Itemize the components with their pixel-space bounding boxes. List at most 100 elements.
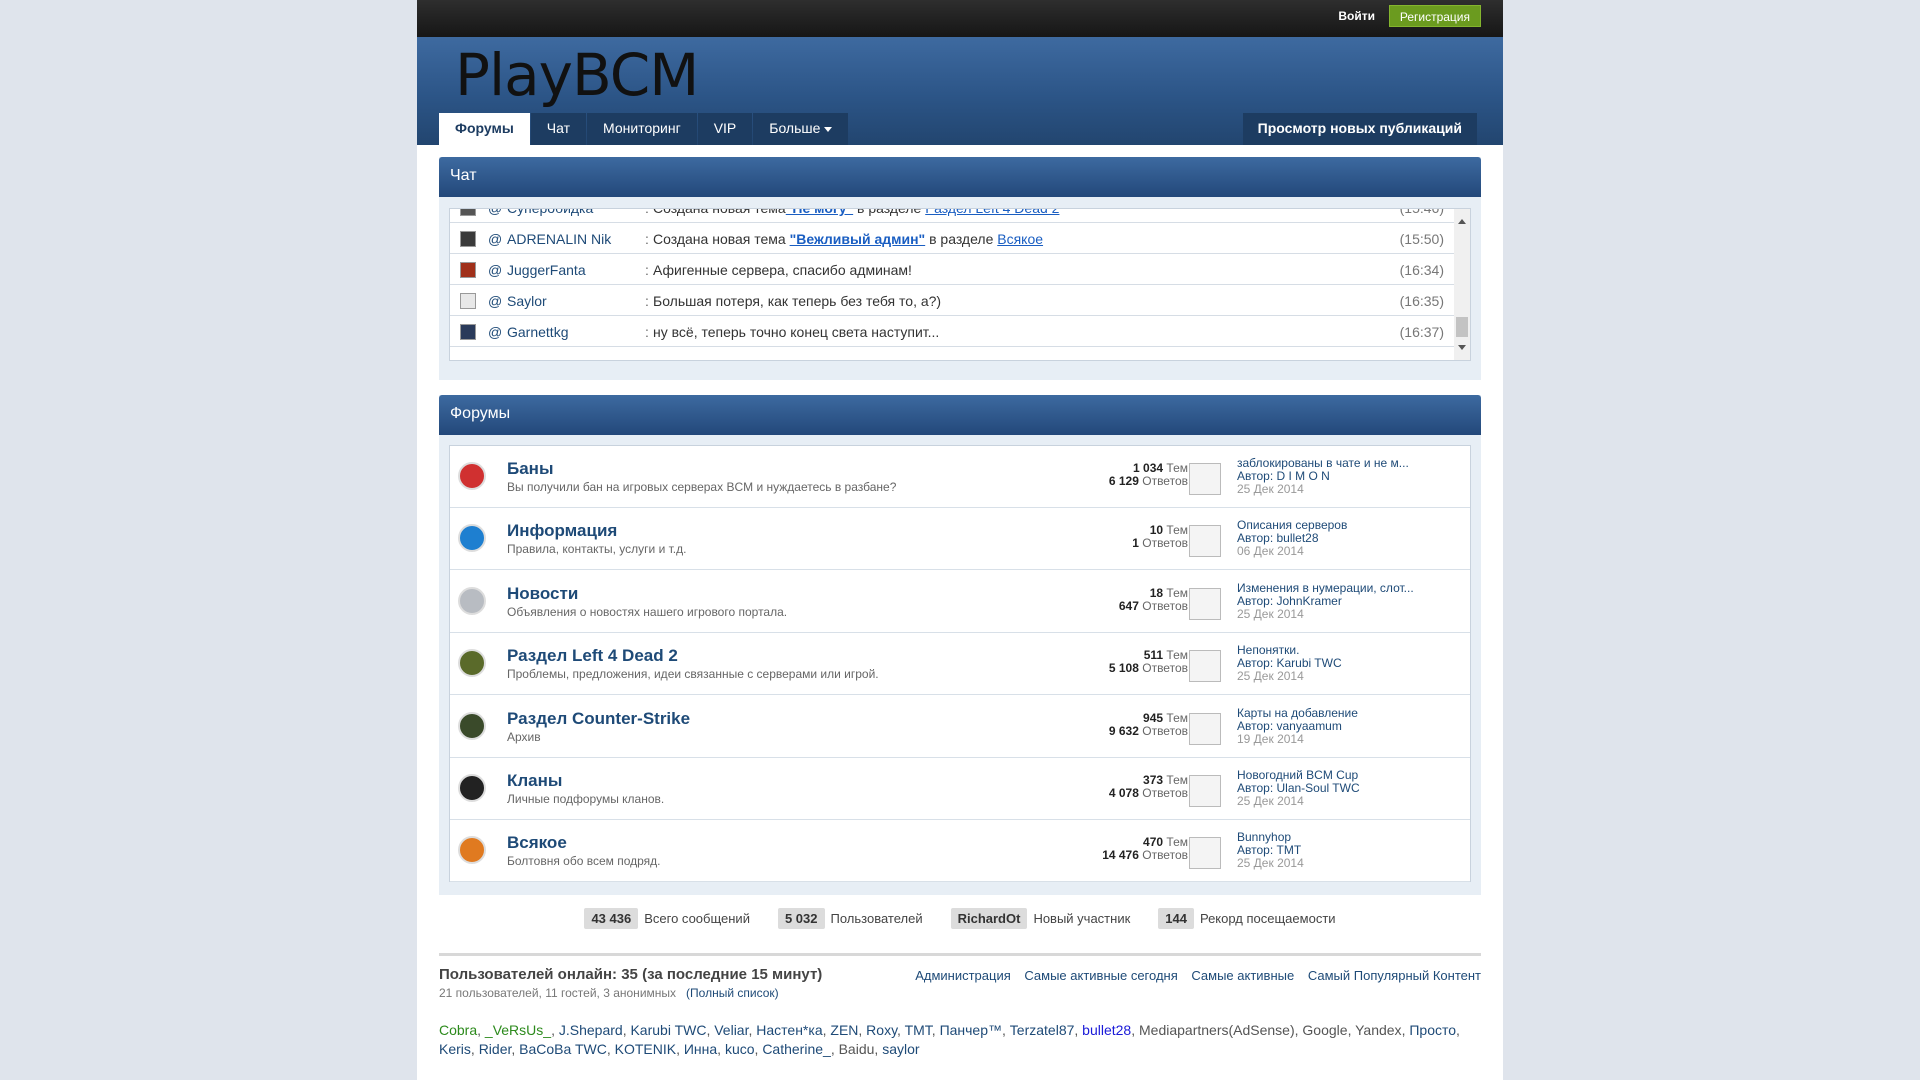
topics-label: Тем <box>1163 585 1188 600</box>
admins-link[interactable]: Администрация <box>915 968 1011 983</box>
chat-username[interactable]: Saylor <box>507 293 547 309</box>
most-active-today-link[interactable]: Самые активные сегодня <box>1024 968 1177 983</box>
stat-value: 144 <box>1158 908 1194 929</box>
avatar[interactable] <box>460 293 476 309</box>
divider <box>439 953 1481 956</box>
last-post-author[interactable]: Автор: JohnKramer <box>1237 594 1342 608</box>
tab-chat[interactable]: Чат <box>530 113 587 145</box>
chat-username[interactable]: ADRENALIN Nik <box>507 231 611 247</box>
online-user-link[interactable]: Terzatel87 <box>1010 1022 1075 1038</box>
topics-label: Тем <box>1163 461 1188 475</box>
forum-description: Вы получили бан на игровых серверах BCM … <box>507 480 897 494</box>
forum-stats: 470 Тем 14 476 Ответов <box>1102 836 1188 862</box>
login-link[interactable]: Войти <box>1338 9 1375 23</box>
forum-title[interactable]: Новости <box>507 584 578 604</box>
online-user-link[interactable]: kuco <box>725 1041 755 1057</box>
avatar[interactable] <box>460 209 476 216</box>
online-user-link[interactable]: _VeRsUs_ <box>485 1022 551 1038</box>
topics-count: 10 <box>1149 523 1164 538</box>
online-user-link[interactable]: Catherine_ <box>762 1041 831 1057</box>
topics-count: 1 034 <box>1133 461 1164 475</box>
forum-title[interactable]: Информация <box>507 521 617 541</box>
tab-monitoring[interactable]: Мониторинг <box>587 113 697 145</box>
online-user-link[interactable]: KOTENIK <box>615 1041 676 1057</box>
register-button[interactable]: Регистрация <box>1388 5 1481 27</box>
avatar[interactable] <box>1189 712 1221 745</box>
online-user-link[interactable]: BaCoBa TWC <box>519 1041 607 1057</box>
online-user-link[interactable]: Veliar <box>714 1022 748 1038</box>
avatar[interactable] <box>460 231 476 247</box>
topics-count: 945 <box>1143 710 1164 725</box>
forum-title[interactable]: Всякое <box>507 833 567 853</box>
popular-content-link[interactable]: Самый Популярный Контент <box>1308 968 1481 983</box>
online-user-link[interactable]: Google <box>1302 1022 1347 1038</box>
online-user-link[interactable]: Roxy <box>866 1022 897 1038</box>
avatar[interactable] <box>1189 525 1221 558</box>
online-user-link[interactable]: Просто <box>1409 1022 1456 1038</box>
forum-stats: 18 Тем 647 Ответов <box>1119 585 1188 613</box>
avatar[interactable] <box>1189 775 1221 807</box>
scroll-up-icon[interactable] <box>1458 219 1466 224</box>
online-user-link[interactable]: J.Shepard <box>559 1022 623 1038</box>
mention-icon[interactable]: @ <box>488 293 502 309</box>
online-user-link[interactable]: Mediapartners(AdSense) <box>1139 1022 1295 1038</box>
tab-vip[interactable]: VIP <box>697 113 753 145</box>
replies-count: 9 632 <box>1108 723 1139 738</box>
online-counts: 21 пользователей, 11 гостей, 3 анонимных <box>439 986 677 1000</box>
online-user-link[interactable]: Karubi TWC <box>630 1022 706 1038</box>
tab-forums[interactable]: Форумы <box>439 113 530 145</box>
full-list-link[interactable]: (Полный список) <box>686 986 779 1000</box>
forum-title[interactable]: Раздел Counter-Strike <box>507 709 690 729</box>
avatar[interactable] <box>1189 837 1221 870</box>
online-user-link[interactable]: ZEN <box>830 1022 858 1038</box>
stat-label: Пользователей <box>830 911 923 926</box>
online-user-link[interactable]: Keris <box>439 1041 471 1057</box>
replies-label: Ответов <box>1138 536 1188 551</box>
chat-username[interactable]: Garnettkg <box>507 324 568 340</box>
chat-message-row: @ Garnettkg: ну всё, теперь точно конец св… <box>450 317 1454 347</box>
forum-row: Информация Правила, контакты, услуги и т.… <box>450 508 1470 571</box>
tab-more[interactable]: Больше <box>753 113 849 145</box>
chat-message-row: @ Saylor: Большая потеря, как теперь без т… <box>450 286 1454 316</box>
forum-title[interactable]: Баны <box>507 459 553 479</box>
forum-title[interactable]: Кланы <box>507 771 562 791</box>
arrows-icon <box>458 836 486 865</box>
online-user-link[interactable]: Yandex <box>1355 1022 1401 1038</box>
scroll-down-icon[interactable] <box>1458 345 1466 350</box>
tab-more-label: Больше <box>769 120 821 136</box>
chat-username[interactable]: Суперобидка <box>507 209 593 216</box>
site-logo[interactable]: PlayBCM <box>455 41 699 109</box>
replies-label: Ответов <box>1138 848 1188 863</box>
online-user-link[interactable]: Baidu <box>839 1041 875 1057</box>
avatar[interactable] <box>460 262 476 278</box>
most-active-link[interactable]: Самые активные <box>1191 968 1294 983</box>
mention-icon[interactable]: @ <box>488 209 502 216</box>
mention-icon[interactable]: @ <box>488 262 502 278</box>
avatar[interactable] <box>1189 587 1221 620</box>
online-user-link[interactable]: Rider <box>479 1041 512 1057</box>
chat-scrollbar[interactable] <box>1454 209 1470 360</box>
scroll-thumb[interactable] <box>1456 317 1468 337</box>
online-user-link[interactable]: Панчер™ <box>940 1022 1002 1038</box>
section-link[interactable]: Всякое <box>997 231 1043 247</box>
last-post-author[interactable]: Автор: vanyaamum <box>1237 719 1342 733</box>
mention-icon[interactable]: @ <box>488 231 502 247</box>
online-user-link[interactable]: saylor <box>882 1041 919 1057</box>
online-user-link[interactable]: Инна <box>684 1041 717 1057</box>
section-link[interactable]: Раздел Left 4 Dead 2 <box>925 209 1059 216</box>
mention-icon[interactable]: @ <box>488 324 502 340</box>
topic-link[interactable]: "Вежливый админ" <box>790 231 926 247</box>
last-post-title[interactable]: Изменения в нумерации, слот... <box>1237 581 1414 595</box>
avatar[interactable] <box>460 324 476 340</box>
online-user-link[interactable]: TMT <box>905 1022 932 1038</box>
chat-username[interactable]: JuggerFanta <box>507 262 586 278</box>
topic-link[interactable]: "Не могу" <box>786 209 853 216</box>
view-new-posts-button[interactable]: Просмотр новых публикаций <box>1242 113 1477 145</box>
online-user-link[interactable]: Cobra <box>439 1022 477 1038</box>
online-user-link[interactable]: bullet28 <box>1082 1022 1131 1038</box>
online-user-link[interactable]: Настен*ка <box>756 1022 822 1038</box>
avatar[interactable] <box>1189 463 1221 495</box>
last-post-title[interactable]: Карты на добавление <box>1237 706 1358 720</box>
avatar[interactable] <box>1189 650 1221 683</box>
forum-title[interactable]: Раздел Left 4 Dead 2 <box>507 646 678 666</box>
